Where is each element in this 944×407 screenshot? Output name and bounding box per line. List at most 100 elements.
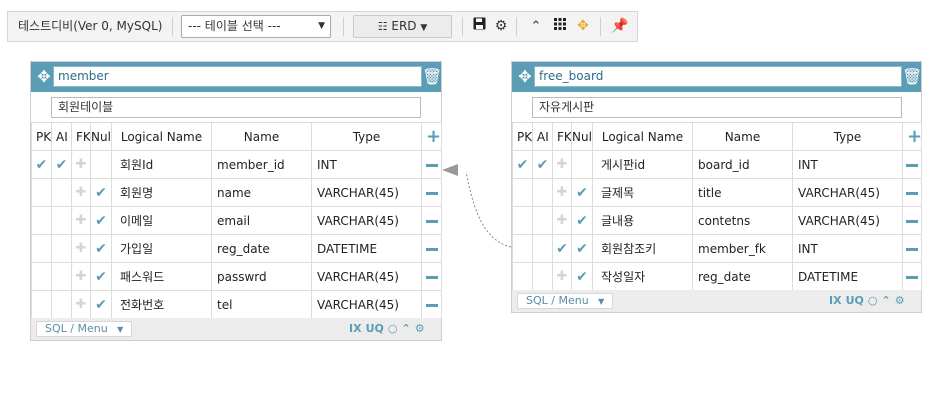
column-type-cell[interactable]: VARCHAR(45) xyxy=(311,206,422,235)
gear-icon[interactable]: ⚙ xyxy=(895,294,905,307)
ai-toggle[interactable] xyxy=(51,178,72,207)
fk-toggle[interactable]: ✚ xyxy=(71,150,91,179)
pk-toggle[interactable]: ✔ xyxy=(31,150,52,179)
column-logical-cell[interactable]: 글내용 xyxy=(592,206,693,235)
notnull-toggle[interactable]: ✔ xyxy=(571,234,593,263)
column-row[interactable]: ✚ ✔ 패스워드 passwrd VARCHAR(45) xyxy=(31,262,442,291)
pk-toggle[interactable] xyxy=(512,262,533,291)
column-name-cell[interactable]: passwrd xyxy=(211,262,312,291)
column-logical-cell[interactable]: 글제목 xyxy=(592,178,693,207)
unique-button[interactable]: UQ xyxy=(846,294,864,307)
column-logical-cell[interactable]: 패스워드 xyxy=(111,262,212,291)
column-row[interactable]: ✔ ✔ ✚ 게시판id board_id INT xyxy=(512,150,922,179)
column-row[interactable]: ✚ ✔ 작성일자 reg_date DATETIME xyxy=(512,262,922,291)
trash-icon[interactable]: 🗑 xyxy=(902,67,922,87)
table-panel-member[interactable]: ✥ member 🗑 회원테이블 PK AI FK Null Logical N… xyxy=(30,61,442,341)
fk-toggle[interactable]: ✚ xyxy=(71,178,91,207)
ai-toggle[interactable] xyxy=(51,290,72,319)
pk-toggle[interactable] xyxy=(512,206,533,235)
fk-toggle[interactable]: ✔ xyxy=(552,234,572,263)
move-icon[interactable]: ✥ xyxy=(34,67,54,87)
index-button[interactable]: IX xyxy=(349,322,362,335)
notnull-toggle[interactable]: ✔ xyxy=(90,206,112,235)
table-name-input[interactable]: member xyxy=(53,66,422,87)
notnull-toggle[interactable]: ✔ xyxy=(90,262,112,291)
column-type-cell[interactable]: VARCHAR(45) xyxy=(311,178,422,207)
column-type-cell[interactable]: DATETIME xyxy=(792,262,903,291)
unique-button[interactable]: UQ xyxy=(366,322,384,335)
chevron-up-icon[interactable]: ⌃ xyxy=(881,294,890,307)
pk-toggle[interactable]: ✔ xyxy=(512,150,533,179)
column-type-cell[interactable]: INT xyxy=(311,150,422,179)
column-name-cell[interactable]: member_id xyxy=(211,150,312,179)
fk-toggle[interactable]: ✚ xyxy=(71,206,91,235)
column-logical-cell[interactable]: 게시판id xyxy=(592,150,693,179)
column-type-cell[interactable]: DATETIME xyxy=(311,234,422,263)
notnull-toggle[interactable]: ✔ xyxy=(90,290,112,319)
notnull-toggle[interactable]: ✔ xyxy=(571,262,593,291)
column-name-cell[interactable]: title xyxy=(692,178,793,207)
column-row[interactable]: ✔ ✔ ✚ 회원Id member_id INT xyxy=(31,150,442,179)
sql-menu-button[interactable]: SQL / Menu ▼ xyxy=(517,293,614,309)
column-type-cell[interactable]: VARCHAR(45) xyxy=(311,262,422,291)
column-name-cell[interactable]: board_id xyxy=(692,150,793,179)
table-comment-input[interactable]: 회원테이블 xyxy=(51,97,421,118)
pk-toggle[interactable] xyxy=(31,290,52,319)
ai-toggle[interactable] xyxy=(532,206,553,235)
table-comment-input[interactable]: 자유게시판 xyxy=(532,97,902,118)
ai-toggle[interactable] xyxy=(532,234,553,263)
column-name-cell[interactable]: reg_date xyxy=(211,234,312,263)
pk-toggle[interactable] xyxy=(31,234,52,263)
column-logical-cell[interactable]: 회원참조키 xyxy=(592,234,693,263)
fk-toggle[interactable]: ✚ xyxy=(71,234,91,263)
comment-icon[interactable]: ○ xyxy=(868,294,878,307)
table-panel-free-board[interactable]: ✥ free_board 🗑 자유게시판 PK AI FK Null Logic… xyxy=(511,61,922,313)
column-row[interactable]: ✚ ✔ 이메일 email VARCHAR(45) xyxy=(31,206,442,235)
fk-toggle[interactable]: ✚ xyxy=(552,150,572,179)
column-logical-cell[interactable]: 회원Id xyxy=(111,150,212,179)
column-row[interactable]: ✚ ✔ 전화번호 tel VARCHAR(45) xyxy=(31,290,442,319)
remove-column-button[interactable] xyxy=(421,290,442,319)
add-column-button[interactable]: + xyxy=(421,122,442,151)
ai-toggle[interactable]: ✔ xyxy=(51,150,72,179)
fk-toggle[interactable]: ✚ xyxy=(552,262,572,291)
pk-toggle[interactable] xyxy=(31,178,52,207)
column-row[interactable]: ✚ ✔ 가입일 reg_date DATETIME xyxy=(31,234,442,263)
remove-column-button[interactable] xyxy=(421,178,442,207)
notnull-toggle[interactable]: ✔ xyxy=(571,178,593,207)
pk-toggle[interactable] xyxy=(512,178,533,207)
remove-column-button[interactable] xyxy=(902,262,922,291)
move-icon[interactable]: ✥ xyxy=(515,67,535,87)
notnull-toggle[interactable]: ✔ xyxy=(90,234,112,263)
ai-toggle[interactable] xyxy=(51,262,72,291)
column-type-cell[interactable]: VARCHAR(45) xyxy=(792,178,903,207)
notnull-toggle[interactable]: ✔ xyxy=(90,178,112,207)
column-logical-cell[interactable]: 전화번호 xyxy=(111,290,212,319)
ai-toggle[interactable] xyxy=(532,178,553,207)
column-type-cell[interactable]: VARCHAR(45) xyxy=(792,206,903,235)
remove-column-button[interactable] xyxy=(421,150,442,179)
column-name-cell[interactable]: member_fk xyxy=(692,234,793,263)
notnull-toggle[interactable] xyxy=(90,150,112,179)
column-type-cell[interactable]: INT xyxy=(792,234,903,263)
index-button[interactable]: IX xyxy=(829,294,842,307)
table-name-input[interactable]: free_board xyxy=(534,66,902,87)
ai-toggle[interactable]: ✔ xyxy=(532,150,553,179)
column-name-cell[interactable]: name xyxy=(211,178,312,207)
column-row[interactable]: ✚ ✔ 글내용 contetns VARCHAR(45) xyxy=(512,206,922,235)
column-logical-cell[interactable]: 이메일 xyxy=(111,206,212,235)
remove-column-button[interactable] xyxy=(902,178,922,207)
column-logical-cell[interactable]: 가입일 xyxy=(111,234,212,263)
trash-icon[interactable]: 🗑 xyxy=(422,67,442,87)
column-name-cell[interactable]: tel xyxy=(211,290,312,319)
fk-toggle[interactable]: ✚ xyxy=(71,290,91,319)
ai-toggle[interactable] xyxy=(51,206,72,235)
ai-toggle[interactable] xyxy=(51,234,72,263)
fk-toggle[interactable]: ✚ xyxy=(71,262,91,291)
column-type-cell[interactable]: VARCHAR(45) xyxy=(311,290,422,319)
column-logical-cell[interactable]: 작성일자 xyxy=(592,262,693,291)
column-row[interactable]: ✔ ✔ 회원참조키 member_fk INT xyxy=(512,234,922,263)
notnull-toggle[interactable] xyxy=(571,150,593,179)
pk-toggle[interactable] xyxy=(31,262,52,291)
ai-toggle[interactable] xyxy=(532,262,553,291)
